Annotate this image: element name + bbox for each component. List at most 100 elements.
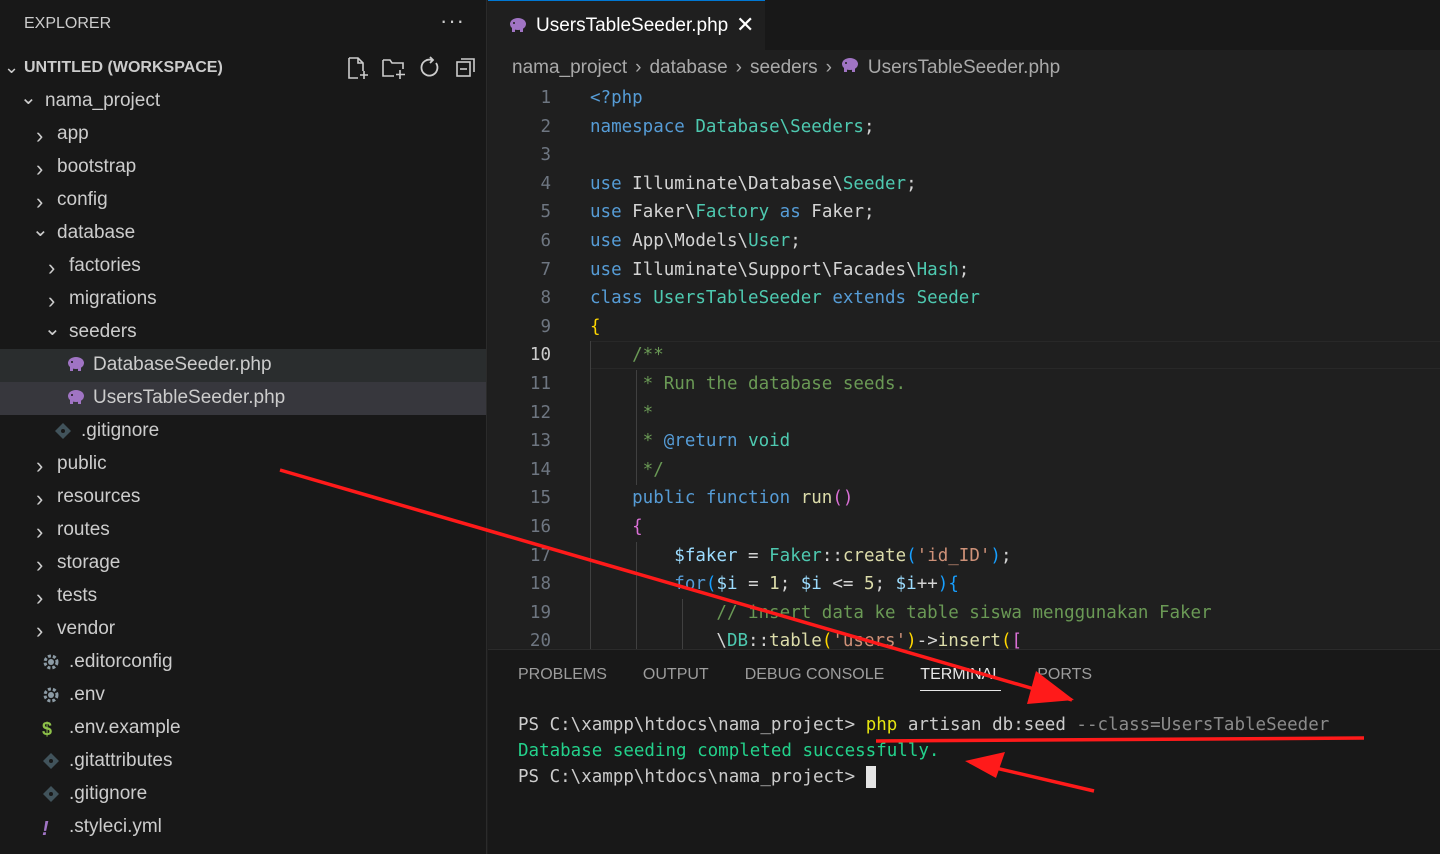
code-line: 12 * (488, 399, 1440, 428)
tree-item[interactable]: › factories (0, 250, 486, 283)
code-token: use (590, 202, 633, 223)
tree-item[interactable]: .editorconfig (0, 646, 486, 679)
tree-item[interactable]: › tests (0, 580, 486, 613)
tree-item[interactable]: ⌄ nama_project (0, 85, 486, 118)
code-token: * (590, 402, 654, 423)
code-token: UsersTableSeeder (653, 288, 833, 309)
code-text: <?php (590, 84, 643, 113)
tree-item[interactable]: › vendor (0, 613, 486, 646)
tree-item[interactable]: DatabaseSeeder.php (0, 349, 486, 382)
close-icon[interactable]: ✕ (736, 12, 754, 38)
line-number: 7 (540, 259, 551, 280)
code-token: ) (937, 574, 949, 595)
tree-item[interactable]: › migrations (0, 283, 486, 316)
code-text: $faker = Faker::create('id_ID'); (590, 542, 1012, 571)
collapse-all-icon[interactable] (453, 56, 479, 80)
chevron-right-icon: › (36, 486, 44, 511)
tab-label: UsersTableSeeder.php (536, 15, 729, 36)
line-number: 9 (540, 316, 551, 337)
tab-terminal[interactable]: TERMINAL (920, 666, 1002, 691)
chevron-right-icon: › (36, 189, 44, 214)
code-token: Faker\ (632, 202, 696, 223)
tree-item[interactable]: .gitignore (0, 415, 486, 448)
tree-item-label: factories (69, 255, 141, 276)
code-line: 13 * @return void (488, 427, 1440, 456)
terminal[interactable]: PS C:\xampp\htdocs\nama_project> php art… (518, 712, 1329, 790)
tree-item[interactable]: › config (0, 184, 486, 217)
code-token: for (674, 574, 706, 595)
tree-item[interactable]: .gitattributes (0, 745, 486, 778)
code-editor[interactable]: 1 <?php 2 namespace Database\Seeders; 3 4 use … (488, 84, 1440, 656)
code-token: { (632, 516, 643, 537)
code-token: extends (832, 288, 917, 309)
code-text: use Illuminate\Database\Seeder; (590, 170, 917, 199)
dollar-icon: $ (42, 719, 53, 739)
code-token: */ (590, 459, 664, 480)
code-token: create (842, 545, 907, 566)
chevron-right-icon: › (36, 156, 44, 181)
tree-item[interactable]: .gitignore (0, 778, 486, 811)
tree-item[interactable]: ⌄ database (0, 217, 486, 250)
tree-item[interactable]: .env (0, 679, 486, 712)
code-token: ; (1000, 545, 1012, 566)
terminal-prompt: PS C:\xampp\htdocs\nama_project> (518, 767, 866, 787)
line-number: 14 (529, 459, 551, 480)
tree-item[interactable]: › routes (0, 514, 486, 547)
code-token: public (590, 488, 706, 509)
tree-item[interactable]: › public (0, 448, 486, 481)
breadcrumb-item[interactable]: nama_project (512, 57, 627, 79)
tab-ports[interactable]: PORTS (1037, 666, 1092, 691)
code-line: 1 <?php (488, 84, 1440, 113)
tree-item[interactable]: › storage (0, 547, 486, 580)
code-line: 5 use Faker\Factory as Faker; (488, 198, 1440, 227)
code-line: 15 public function run() (488, 484, 1440, 513)
code-text: use Illuminate\Support\Facades\Hash; (590, 256, 969, 285)
breadcrumb-item[interactable]: seeders (750, 57, 818, 79)
tab-problems[interactable]: PROBLEMS (518, 666, 607, 691)
line-number: 3 (540, 145, 551, 166)
tree-item[interactable]: $ .env.example (0, 712, 486, 745)
tab-debug-console[interactable]: DEBUG CONSOLE (745, 666, 885, 691)
code-token: * Run the database seeds. (590, 373, 907, 394)
code-line: 10 /** (488, 341, 1440, 370)
line-number: 1 (540, 88, 551, 108)
tab-output[interactable]: OUTPUT (643, 666, 709, 691)
code-token: 5 (864, 574, 875, 595)
tree-item[interactable]: › app (0, 118, 486, 151)
tree-item[interactable]: UsersTableSeeder.php (0, 382, 486, 415)
line-number: 15 (529, 488, 551, 509)
terminal-cmd-args: artisan db:seed (897, 715, 1077, 735)
tree-item[interactable]: › resources (0, 481, 486, 514)
code-token: Database\Seeders (695, 116, 864, 137)
code-token: /** (590, 345, 664, 366)
tree-item-label: app (57, 123, 89, 144)
chevron-right-icon: › (36, 519, 44, 544)
workspace-header[interactable]: ⌄ UNTITLED (WORKSPACE) (0, 52, 486, 84)
code-line: 4 use Illuminate\Database\Seeder; (488, 170, 1440, 199)
new-file-icon[interactable] (345, 56, 371, 80)
breadcrumb-item[interactable]: UsersTableSeeder.php (868, 57, 1060, 79)
tree-item[interactable]: ! .styleci.yml (0, 811, 486, 844)
code-token: <= (821, 574, 864, 595)
terminal-cmd-php: php (865, 715, 898, 735)
tree-item[interactable]: ⌄ seeders (0, 316, 486, 349)
refresh-icon[interactable] (417, 56, 443, 80)
tree-item[interactable]: › bootstrap (0, 151, 486, 184)
more-actions-icon[interactable]: ··· (440, 8, 465, 34)
tree-item-label: .editorconfig (69, 651, 173, 672)
line-number: 8 (540, 288, 551, 309)
code-text: use Faker\Factory as Faker; (590, 198, 875, 227)
tab-bar: UsersTableSeeder.php ✕ (488, 0, 1440, 50)
tree-item-label: .gitattributes (69, 750, 173, 771)
code-token: { (948, 574, 959, 595)
tab-users-table-seeder[interactable]: UsersTableSeeder.php ✕ (488, 0, 765, 50)
code-token: ; (863, 116, 875, 137)
new-folder-icon[interactable] (381, 56, 407, 80)
tree-item-label: seeders (69, 321, 137, 342)
breadcrumb-item[interactable]: database (649, 57, 727, 79)
code-token: Illuminate\Support\Facades\ (632, 259, 917, 280)
chevron-right-icon: › (48, 288, 56, 313)
code-line: 16 { (488, 513, 1440, 542)
